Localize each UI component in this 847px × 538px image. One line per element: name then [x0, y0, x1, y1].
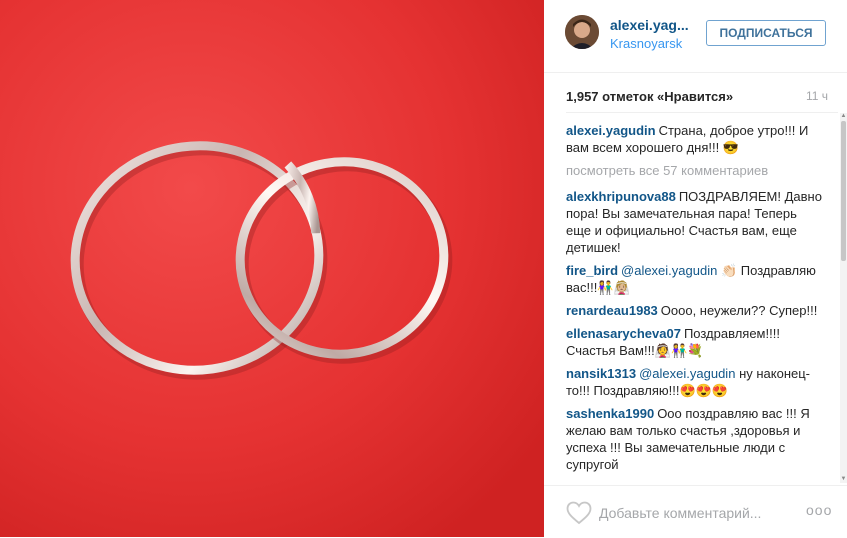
post-header: alexei.yag... Krasnoyarsk ПОДПИСАТЬСЯ — [544, 0, 847, 73]
list-item: fire_bird @alexei.yagudin 👏🏻 Поздравляю в… — [566, 262, 824, 296]
comment-author[interactable]: ellenasarycheva07 — [566, 326, 681, 341]
list-item: sashenka1990 Ооо поздравляю вас !!! Я жел… — [566, 405, 824, 473]
likes-count[interactable]: 1,957 отметок «Нравится» — [566, 89, 733, 104]
likes-row: 1,957 отметок «Нравится» 11 ч — [566, 89, 828, 107]
view-all-comments-link[interactable]: посмотреть все 57 комментариев — [566, 162, 824, 179]
post-footer: ooo — [544, 485, 847, 538]
list-item: ellenasarycheva07 Поздравляем!!!! Счастья… — [566, 325, 824, 359]
avatar[interactable] — [565, 15, 599, 49]
scroll-down-arrow-icon[interactable]: ▼ — [840, 476, 847, 483]
divider — [566, 112, 838, 113]
comment-text: Оооо, неужели?? Супер!!! — [660, 303, 818, 318]
comments-list: alexei.yagudin Страна, доброе утро!!! И в… — [566, 122, 824, 482]
list-item: renardeau1983 Оооо, неужели?? Супер!!! — [566, 302, 824, 319]
more-options-icon[interactable]: ooo — [806, 502, 832, 518]
comments-scrollbar[interactable]: ▲ ▼ — [840, 113, 847, 483]
post-location[interactable]: Krasnoyarsk — [610, 36, 682, 51]
caption-author[interactable]: alexei.yagudin — [566, 123, 656, 138]
post-time[interactable]: 11 ч — [806, 89, 828, 103]
post-username[interactable]: alexei.yag... — [610, 17, 689, 33]
comment-author[interactable]: nansik1313 — [566, 366, 636, 381]
post-photo[interactable] — [0, 0, 544, 537]
list-item: nansik1313 @alexei.yagudin ну наконец-то!… — [566, 365, 824, 399]
scroll-thumb[interactable] — [841, 121, 846, 261]
comment-mention[interactable]: @alexei.yagudin — [639, 366, 735, 381]
avatar-image — [565, 15, 599, 49]
follow-button[interactable]: ПОДПИСАТЬСЯ — [706, 20, 826, 46]
scroll-up-arrow-icon[interactable]: ▲ — [840, 113, 847, 120]
comment-author[interactable]: sashenka1990 — [566, 406, 654, 421]
post-sidebar: alexei.yag... Krasnoyarsk ПОДПИСАТЬСЯ 1,… — [544, 0, 847, 537]
comment-author[interactable]: alexkhripunova88 — [566, 189, 676, 204]
wedding-rings-image — [0, 0, 544, 537]
caption: alexei.yagudin Страна, доброе утро!!! И в… — [566, 122, 824, 156]
add-comment-input[interactable] — [599, 503, 799, 523]
list-item: alexkhripunova88 ПОЗДРАВЛЯЕМ! Давно пора!… — [566, 188, 824, 256]
comment-author[interactable]: renardeau1983 — [566, 303, 658, 318]
comment-mention[interactable]: @alexei.yagudin — [621, 263, 717, 278]
heart-icon[interactable] — [566, 501, 592, 525]
comment-author[interactable]: fire_bird — [566, 263, 618, 278]
